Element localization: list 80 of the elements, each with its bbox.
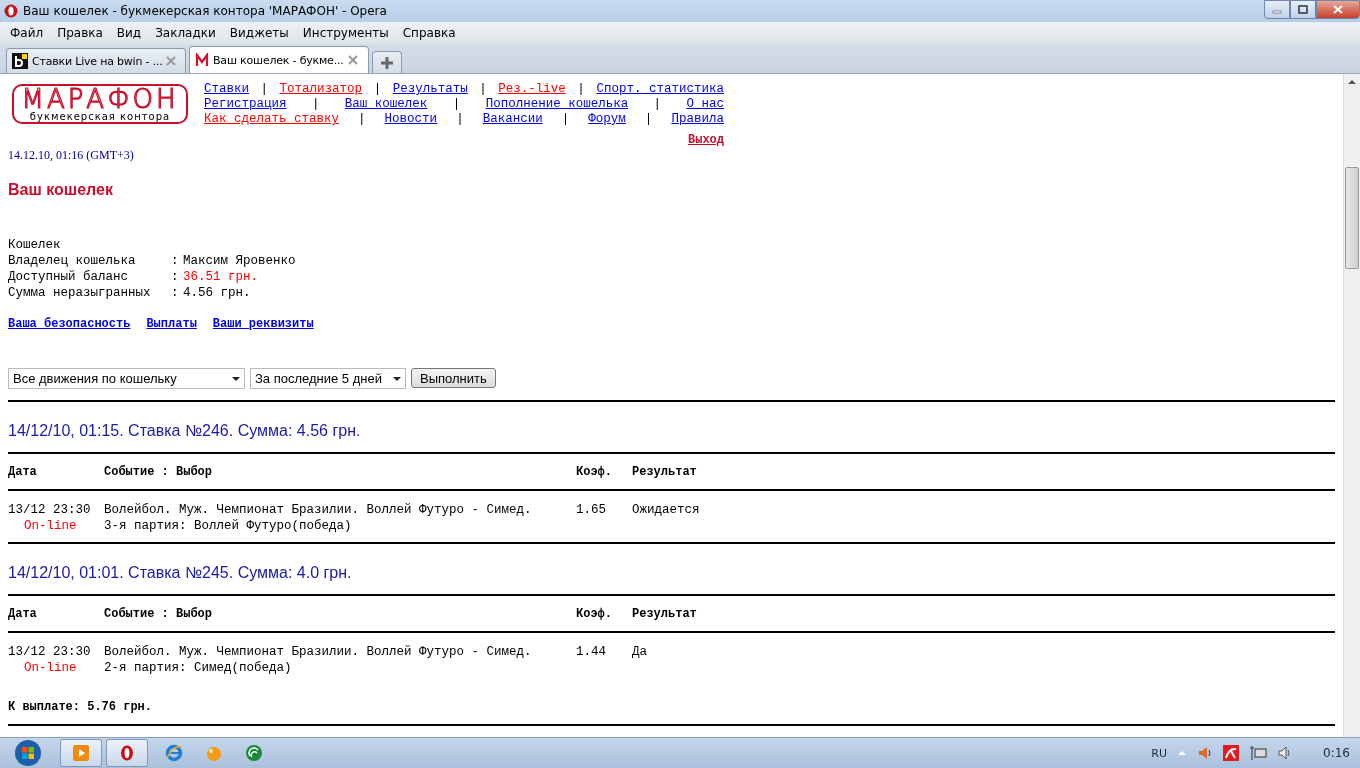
wallet-link[interactable]: Ваша безопасность [8,317,131,331]
table-cell-text: Ожидается [632,502,701,518]
column-header: Дата [8,606,38,623]
date-time: 14.12.10, 01:16 (GMT+3) [8,148,135,163]
table-cell-text: Волейбол. Муж. Чемпионат Бразилии. Воллей Футуро - Симед. [104,644,533,660]
field-value: 36.51 грн. [183,269,259,285]
table-cell-text: 1.65 [576,502,607,518]
column-header: Результат [632,606,698,623]
separator: | [644,112,653,127]
nav-link[interactable]: Тотализатор [279,82,363,97]
field-value: 4.56 грн. [183,285,252,301]
dropdown[interactable]: За последние 5 дней [250,368,406,389]
separator: | [479,82,487,97]
window-title: Ваш кошелек - букмекерская контора 'МАРАФОН' - Opera [23,4,387,18]
menu-item[interactable]: Виджеты [223,26,297,40]
separator: : [171,285,180,301]
browser-tab[interactable]: Ваш кошелек - букме... [189,46,369,73]
separator: | [452,97,461,112]
nav-link[interactable]: Ставки [204,82,249,97]
column-header: Дата [8,464,38,481]
clock[interactable]: 0:16 [1323,746,1350,760]
table-cell-text: 13/12 23:30 [8,502,92,518]
separator: | [561,112,570,127]
submit-button[interactable]: Выполнить [411,368,496,388]
column-header: Результат [632,464,698,481]
nav-link[interactable]: Как сделать ставку [204,112,340,127]
nav-link[interactable]: О нас [686,97,724,112]
wallet-link[interactable]: Ваши реквизиты [212,317,314,331]
table-cell: 3-я партия: Воллей Футуро(победа) [104,518,352,534]
table-cell-text: 13/12 23:30 [8,644,92,660]
nav-link[interactable]: Рез.-live [498,82,566,97]
field-label: Сумма неразыгранных [8,285,152,301]
separator: | [260,82,269,97]
field-label: Владелец кошелька [8,253,137,269]
column-header: Событие : Выбор [104,464,214,481]
separator: : [171,253,180,269]
page-heading: Ваш кошелек [8,181,114,199]
column-header: Коэф. [576,464,613,481]
table-cell-text: Волейбол. Муж. Чемпионат Бразилии. Воллей Футуро - Симед. [104,502,533,518]
column-header: Событие : Выбор [104,606,214,623]
nav-link[interactable]: Форум [588,112,626,127]
separator: : [171,269,180,285]
menu-item[interactable]: Справка [396,26,464,40]
menu-item[interactable]: Правка [51,26,111,40]
column-header: Коэф. [576,606,613,623]
table-cell-text: On-line [23,518,78,534]
table-cell-text: Да [632,644,648,660]
wallet-link[interactable]: Выплаты [146,317,197,331]
menu-item[interactable]: Инструменты [296,26,397,40]
bet-heading: 14/12/10, 01:01. Ставка №245. Сумма: 4.0 грн. [8,564,353,582]
nav-link[interactable]: Правила [671,112,724,127]
separator: | [456,112,464,127]
menu-item[interactable]: Закладки [149,26,224,40]
field-label: Доступный баланс [8,269,130,285]
separator: | [653,97,662,112]
separator: | [358,112,366,127]
browser-tab[interactable]: Ставки Live на bwin - ... [6,48,186,73]
table-cell-text: On-line [23,660,78,676]
separator: | [577,82,585,97]
nav-link[interactable]: Регистрация [204,97,287,112]
nav-link[interactable]: Новости [384,112,438,127]
language-indicator[interactable]: RU [1151,746,1168,760]
bet-heading: 14/12/10, 01:15. Ставка №246. Сумма: 4.56 грн. [8,422,362,440]
nav-link[interactable]: Спорт. статистика [596,82,724,97]
nav-link[interactable]: Ваш кошелек [344,97,428,112]
nav-link[interactable]: Пополнение кошелька [485,97,629,112]
section-title: Кошелек [8,237,62,253]
menu-item[interactable]: Файл [4,26,52,40]
dropdown[interactable]: Все движения по кошельку [8,368,245,389]
table-cell: 2-я партия: Симед(победа) [104,660,292,676]
separator: | [373,82,382,97]
nav-link[interactable]: Результаты [392,82,468,97]
field-value: Максим Яровенко [183,253,297,269]
nav-link[interactable]: Вакансии [482,112,543,127]
menu-item[interactable]: Вид [110,26,150,40]
payout-text: К выплате: 5.76 грн. [8,700,154,714]
table-cell-text: 1.44 [576,644,607,660]
logo: МАРАФОН букмекерская контора [12,84,188,124]
logout-link[interactable]: Выход [688,133,724,147]
separator: | [311,97,320,112]
